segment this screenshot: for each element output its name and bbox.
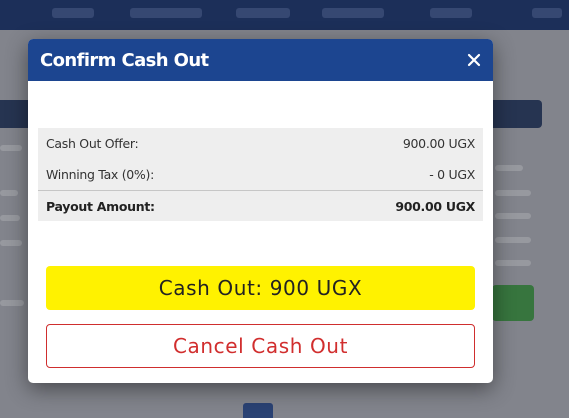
winning-tax-value: - 0 UGX (429, 167, 475, 182)
winning-tax-row: Winning Tax (0%): - 0 UGX (38, 159, 483, 190)
payout-amount-row: Payout Amount: 900.00 UGX (38, 190, 483, 221)
cash-out-button[interactable]: Cash Out: 900 UGX (46, 266, 475, 310)
dialog-title: Confirm Cash Out (40, 49, 209, 71)
cash-out-offer-value: 900.00 UGX (402, 136, 475, 151)
payout-amount-value: 900.00 UGX (395, 198, 475, 214)
cash-out-offer-label: Cash Out Offer: (46, 136, 139, 151)
confirm-cash-out-dialog: Confirm Cash Out Cash Out Offer: 900.00 … (28, 39, 493, 383)
winning-tax-label: Winning Tax (0%): (46, 167, 154, 182)
payout-amount-label: Payout Amount: (46, 198, 155, 214)
close-icon[interactable] (466, 52, 482, 68)
cash-out-summary: Cash Out Offer: 900.00 UGX Winning Tax (… (38, 128, 483, 221)
dialog-header: Confirm Cash Out (28, 39, 493, 81)
cash-out-offer-row: Cash Out Offer: 900.00 UGX (38, 128, 483, 159)
cancel-cash-out-button[interactable]: Cancel Cash Out (46, 324, 475, 368)
